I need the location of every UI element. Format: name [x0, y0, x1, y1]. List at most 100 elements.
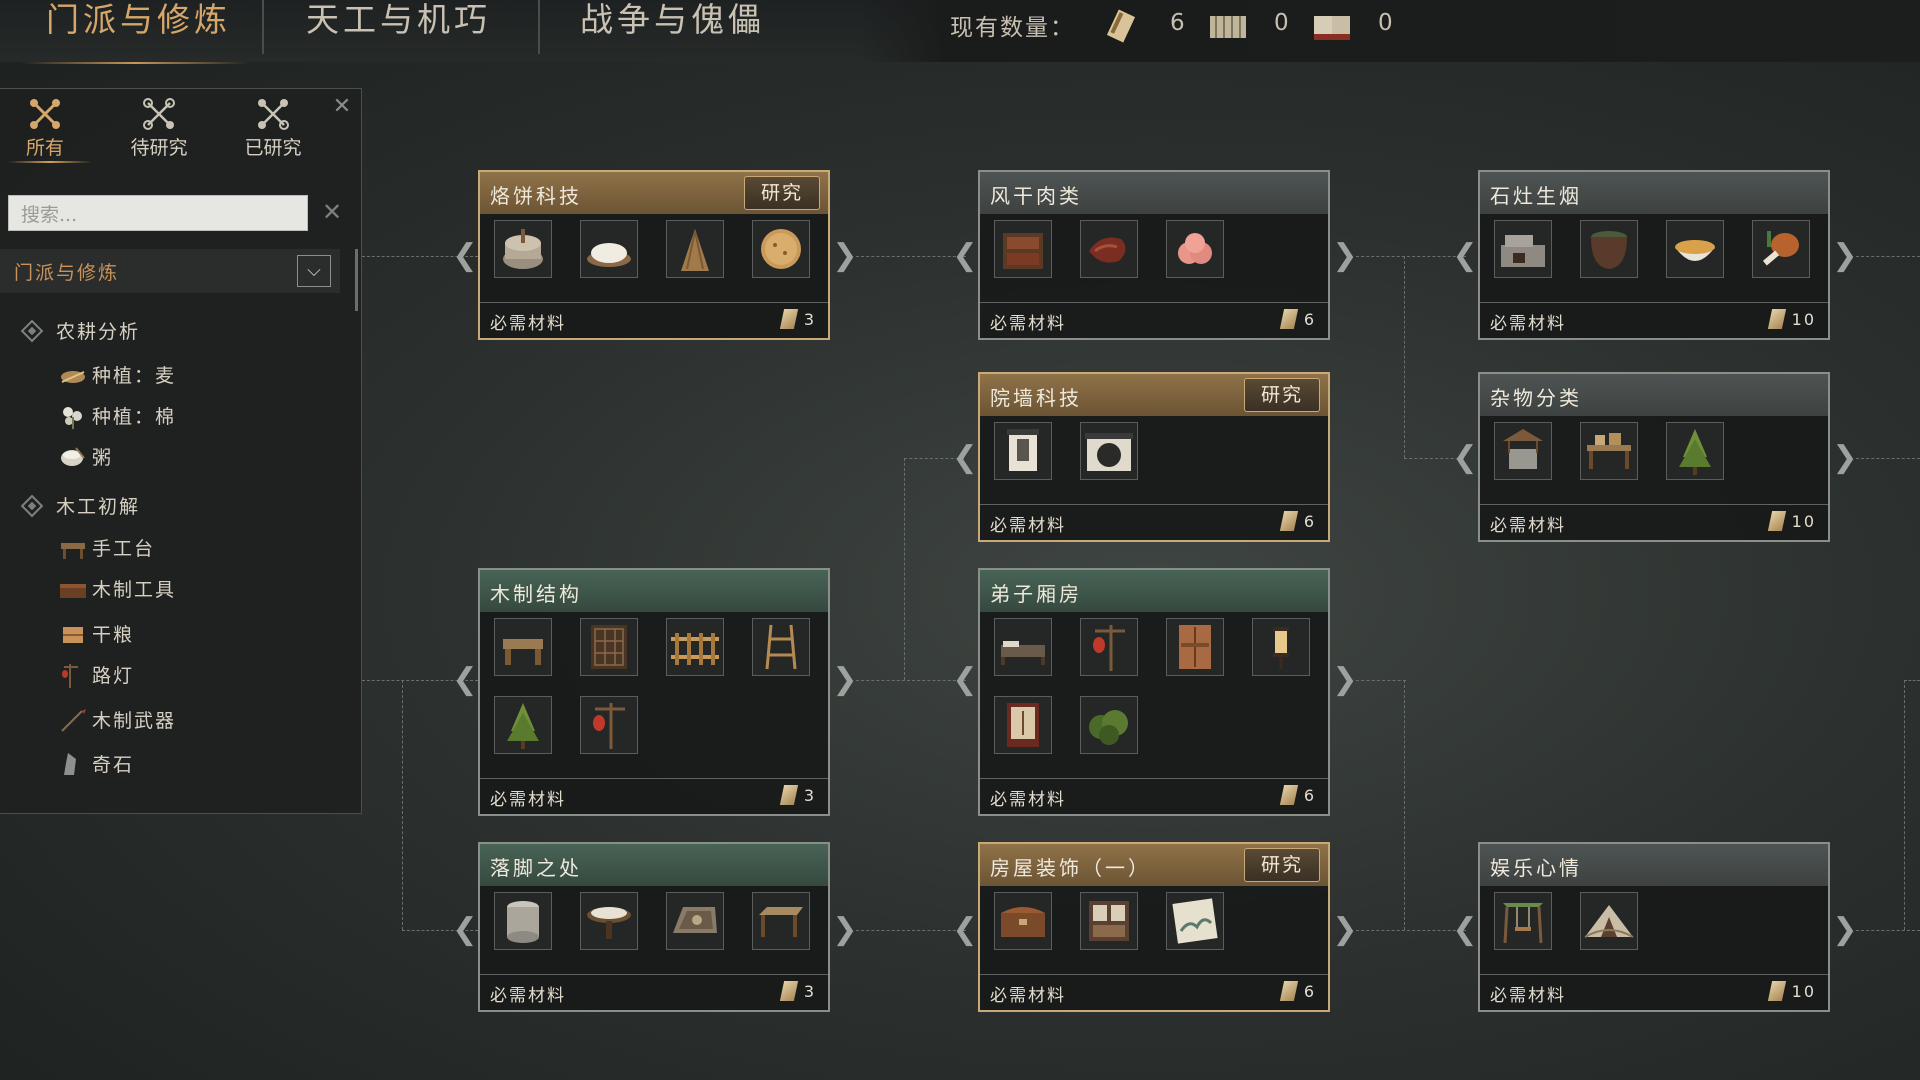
chevron-right-icon: ❮	[1452, 440, 1478, 475]
scroll-note-icon	[1279, 511, 1298, 531]
tree-icon[interactable]	[1666, 422, 1724, 480]
diamond-node-icon	[20, 319, 44, 343]
wood-bench-icon[interactable]	[494, 618, 552, 676]
tree-item-cotton[interactable]: 种植：棉	[58, 402, 176, 429]
tab-sect-cultivation[interactable]: 门派与修炼	[46, 0, 231, 62]
millstone-icon[interactable]	[494, 220, 552, 278]
card-footer: 必需材料 10	[1480, 302, 1828, 338]
tab-crafting-mechanism[interactable]: 天工与机巧	[306, 0, 491, 62]
bed-icon[interactable]	[994, 618, 1052, 676]
tree-icon[interactable]	[494, 696, 552, 754]
card-header: 风干肉类	[980, 172, 1328, 214]
card-title: 烙饼科技	[490, 184, 582, 208]
tech-card-sundries[interactable]: 杂物分类 必需材料 10	[1478, 372, 1830, 542]
research-button[interactable]: 研究	[1244, 848, 1320, 882]
flatbread-icon[interactable]	[752, 220, 810, 278]
wardrobe-icon[interactable]	[1166, 618, 1224, 676]
tech-card-entertainment[interactable]: 娱乐心情 必需材料 10	[1478, 842, 1830, 1012]
tree-item-workbench[interactable]: 手工台	[58, 534, 155, 561]
lantern-post-icon[interactable]	[580, 696, 638, 754]
chevron-right-icon: ❮	[452, 238, 478, 273]
lamp-icon[interactable]	[1252, 618, 1310, 676]
sidebar-scrollbar[interactable]	[355, 249, 358, 311]
wall-icon[interactable]	[994, 422, 1052, 480]
moon-gate-icon[interactable]	[1080, 422, 1138, 480]
soup-bowl-icon[interactable]	[1666, 220, 1724, 278]
tree-item-street-lamp[interactable]: 路灯	[58, 661, 134, 688]
storage-shelf-icon[interactable]	[1580, 422, 1638, 480]
connector-line	[1856, 458, 1920, 459]
tree-item-wood-tools[interactable]: 木制工具	[58, 575, 176, 602]
card-title: 木制结构	[490, 582, 582, 606]
wheat-icon	[61, 371, 85, 383]
category-select[interactable]: 门派与修炼 ⌵	[0, 249, 340, 293]
tree-item-wood-weapons[interactable]: 木制武器	[58, 706, 176, 733]
tech-card-wood-structure[interactable]: 木制结构 必需材料 3	[478, 568, 830, 816]
tech-card-dried-meat[interactable]: 风干肉类 必需材料 6	[978, 170, 1330, 340]
tech-card-disciple-room[interactable]: 弟子厢房 必需材料 6	[978, 568, 1330, 816]
lantern-post-icon[interactable]	[1080, 618, 1138, 676]
clay-pot-icon[interactable]	[1580, 220, 1638, 278]
sidebar-tab-pending[interactable]: 待研究	[114, 97, 204, 160]
chevron-right-icon: ❮	[452, 912, 478, 947]
chevron-right-icon: ❯	[832, 662, 858, 697]
research-button[interactable]: 研究	[744, 176, 820, 210]
tech-card-courtyard-wall[interactable]: 院墙科技 研究 必需材料 6	[978, 372, 1330, 542]
dried-meat-icon[interactable]	[1080, 220, 1138, 278]
tree-item-wheat[interactable]: 种植：麦	[58, 361, 176, 388]
swing-icon[interactable]	[1494, 892, 1552, 950]
tech-card-house-decor[interactable]: 房屋装饰（一） 研究 必需材料 6	[978, 842, 1330, 1012]
tree-group-farming[interactable]: 农耕分析	[20, 317, 140, 344]
carpet-icon[interactable]	[666, 892, 724, 950]
requirement-label: 必需材料	[990, 986, 1066, 1006]
table-icon[interactable]	[752, 892, 810, 950]
tree-item-strange-stone[interactable]: 奇石	[58, 750, 134, 777]
chevron-right-icon: ❯	[1332, 662, 1358, 697]
chest-icon[interactable]	[994, 892, 1052, 950]
screen-icon[interactable]	[994, 696, 1052, 754]
card-header: 石灶生烟	[1480, 172, 1828, 214]
tech-card-stone-stove[interactable]: 石灶生烟 必需材料 10	[1478, 170, 1830, 340]
requirement-label: 必需材料	[990, 790, 1066, 810]
tab-war-puppets[interactable]: 战争与傀儡	[580, 0, 765, 62]
flour-icon[interactable]	[580, 220, 638, 278]
sidebar-tab-label: 所有	[25, 137, 64, 159]
resource-value: 6	[1170, 10, 1185, 36]
card-footer: 必需材料 6	[980, 302, 1328, 338]
tree-item-porridge[interactable]: 粥	[58, 443, 113, 470]
tree-group-woodwork[interactable]: 木工初解	[20, 492, 140, 519]
wheat-bundle-icon[interactable]	[666, 220, 724, 278]
chevron-down-icon[interactable]: ⌵	[297, 255, 331, 287]
sidebar-tab-all[interactable]: 所有	[0, 97, 90, 160]
cost-value: 3	[779, 981, 816, 1001]
drying-rack-icon[interactable]	[994, 220, 1052, 278]
round-table-icon[interactable]	[580, 892, 638, 950]
tech-card-foothold[interactable]: 落脚之处 必需材料 3	[478, 842, 830, 1012]
card-title: 娱乐心情	[1490, 856, 1582, 880]
lattice-door-icon[interactable]	[580, 618, 638, 676]
sidebar-tab-researched[interactable]: 已研究	[228, 97, 318, 160]
research-button[interactable]: 研究	[1244, 378, 1320, 412]
search-input[interactable]: 搜索...	[8, 195, 308, 231]
cost-value: 6	[1279, 309, 1316, 329]
tree-item-dry-rations[interactable]: 干粮	[58, 620, 134, 647]
meat-leg-icon[interactable]	[1752, 220, 1810, 278]
fence-icon[interactable]	[666, 618, 724, 676]
chevron-right-icon: ❯	[832, 238, 858, 273]
close-icon[interactable]: ✕	[330, 95, 354, 119]
stone-drum-icon[interactable]	[494, 892, 552, 950]
peach-icon[interactable]	[1166, 220, 1224, 278]
tech-card-flatbread[interactable]: 烙饼科技 研究 必需材料 3	[478, 170, 830, 340]
stone-stove-icon[interactable]	[1494, 220, 1552, 278]
painting-icon[interactable]	[1166, 892, 1224, 950]
cabinet-icon[interactable]	[1080, 892, 1138, 950]
bush-icon[interactable]	[1080, 696, 1138, 754]
scroll-note-icon	[1279, 981, 1298, 1001]
shelf-rack-icon[interactable]	[752, 618, 810, 676]
well-icon[interactable]	[1494, 422, 1552, 480]
chevron-right-icon: ❯	[1332, 238, 1358, 273]
requirement-label: 必需材料	[990, 516, 1066, 536]
clear-search-icon[interactable]: ✕	[320, 199, 344, 225]
tent-icon[interactable]	[1580, 892, 1638, 950]
diamond-node-icon	[20, 494, 44, 518]
